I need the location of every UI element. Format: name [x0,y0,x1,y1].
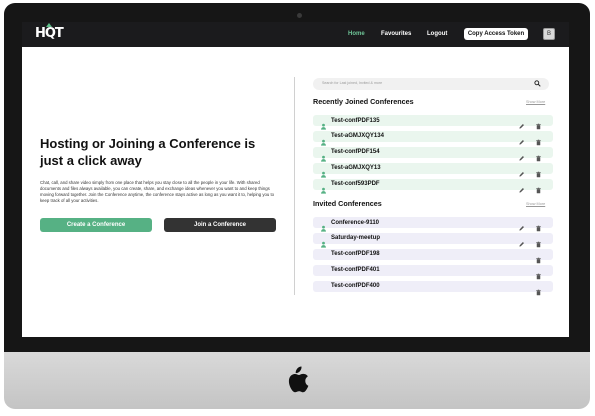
delete-icon[interactable] [535,165,542,177]
person-icon [320,117,327,130]
edit-icon[interactable] [518,235,525,247]
delete-icon[interactable] [535,181,542,193]
vertical-divider [294,77,295,295]
conference-name: Test-confPDF401 [331,267,380,274]
conference-name: Test-confPDF198 [331,251,380,258]
nav-favourites-link[interactable]: Favourites [381,31,411,37]
join-conference-button[interactable]: Join a Conference [164,218,276,232]
invited-conference-row[interactable]: Test-confPDF401 [313,264,553,279]
recent-conference-row[interactable]: Test-confPDF135 [313,115,553,130]
conference-name: Test-confPDF135 [331,117,380,124]
delete-icon[interactable] [535,251,542,264]
camera-icon [297,13,302,18]
person-icon [320,133,327,146]
recent-conference-row[interactable]: Test-aGMJXQY13 [313,162,553,178]
logo-hat-icon [46,23,52,27]
edit-icon[interactable] [518,117,525,129]
invited-conference-row[interactable]: Saturday-meetup [313,232,553,248]
app-screen: HQT Home Favourites Logout Copy Access T… [22,22,569,337]
search-bar[interactable]: Search for Last joined, Invited & more [313,78,549,90]
recent-conference-row[interactable]: Test-confPDF154 [313,146,553,162]
invited-conferences-title: Invited Conferences [313,199,382,208]
conference-name: Conference-9110 [331,219,380,226]
conference-name: Test-confPDF154 [331,149,380,156]
user-avatar[interactable]: B [543,28,555,40]
apple-logo-icon [288,366,309,393]
delete-icon[interactable] [535,117,542,130]
person-icon [320,181,327,194]
delete-icon[interactable] [535,283,542,295]
top-navbar: HQT Home Favourites Logout Copy Access T… [22,22,569,47]
person-icon [320,149,327,162]
invited-conference-row[interactable]: Test-confPDF400 [313,280,553,295]
logo-text: HQT [35,26,64,41]
recent-show-more-link[interactable]: Show More [526,100,545,104]
conference-name: Saturday-meetup [331,235,381,242]
person-icon [320,235,327,248]
search-icon[interactable] [534,80,541,87]
delete-icon[interactable] [535,219,542,232]
copy-access-token-button[interactable]: Copy Access Token [464,28,528,40]
recent-conferences-title: Recently Joined Conferences [313,97,414,106]
app-logo[interactable]: HQT [35,23,64,41]
delete-icon[interactable] [535,235,542,248]
hero-description: Chat, call, and share video simply from … [40,180,275,203]
delete-icon[interactable] [535,133,542,146]
hero-title: Hosting or Joining a Conference is just … [40,136,256,168]
invited-conference-row[interactable]: Conference-9110 [313,217,553,232]
search-input[interactable]: Search for Last joined, Invited & more [322,81,382,85]
conference-name: Test-conf593PDF [331,181,380,188]
invited-show-more-link[interactable]: Show More [526,202,545,206]
edit-icon[interactable] [518,165,525,177]
person-icon [320,219,327,232]
conference-name: Test-confPDF400 [331,283,380,290]
edit-icon[interactable] [518,219,525,231]
conference-name: Test-aGMJXQY134 [331,133,384,140]
edit-icon[interactable] [518,133,525,145]
conference-name: Test-aGMJXQY13 [331,165,381,172]
edit-icon[interactable] [518,149,525,161]
edit-icon[interactable] [518,181,525,193]
create-conference-button[interactable]: Create a Conference [40,218,152,232]
imac-device: HQT Home Favourites Logout Copy Access T… [0,0,595,416]
delete-icon[interactable] [535,267,542,279]
nav-home-link[interactable]: Home [348,31,365,37]
delete-icon[interactable] [535,149,542,162]
invited-conference-row[interactable]: Test-confPDF198 [313,248,553,264]
recent-conference-row[interactable]: Test-conf593PDF [313,178,553,194]
nav-logout-link[interactable]: Logout [427,31,447,37]
recent-conference-row[interactable]: Test-aGMJXQY134 [313,130,553,146]
person-icon [320,165,327,178]
